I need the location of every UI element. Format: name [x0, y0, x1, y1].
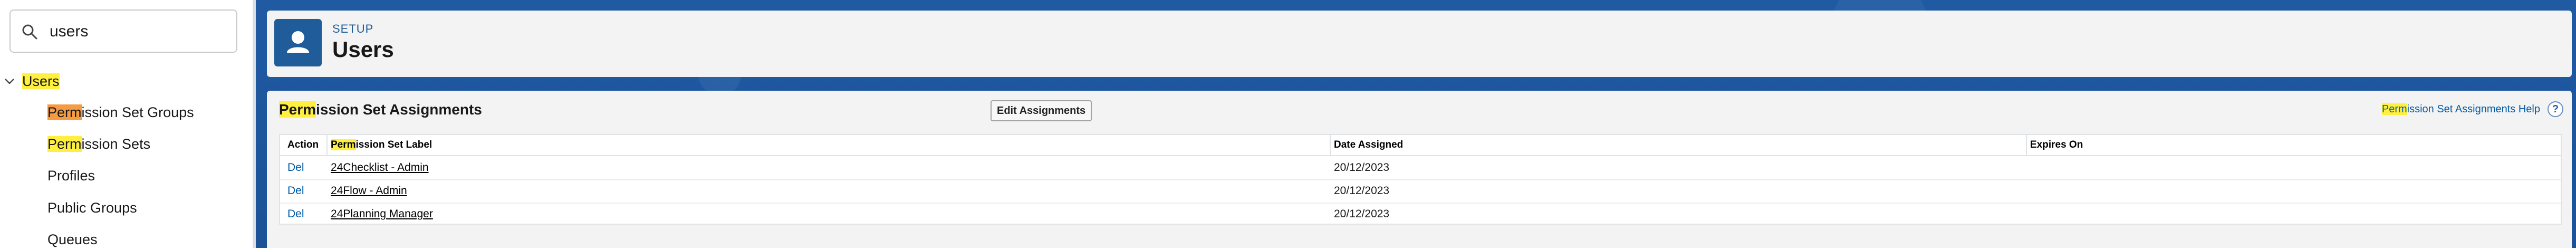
tree-node-users[interactable]: Users	[22, 71, 60, 92]
table-row: Del 24Planning Manager 20/12/2023	[280, 203, 2561, 226]
page-title: Users	[332, 37, 394, 62]
column-divider	[326, 135, 328, 155]
delete-link[interactable]: Del	[287, 185, 304, 197]
main-content: SETUP Users Permission Set Assignments E…	[256, 0, 2576, 248]
help-link[interactable]: Permission Set Assignments Help	[2381, 103, 2540, 116]
table-row: Del 24Flow - Admin 20/12/2023	[280, 179, 2561, 203]
tree-item-permission-sets[interactable]: Permission Sets	[47, 133, 150, 155]
delete-link[interactable]: Del	[287, 161, 304, 174]
tree-item-public-groups[interactable]: Public Groups	[47, 197, 137, 218]
edit-assignments-button[interactable]: Edit Assignments	[991, 100, 1092, 121]
help-icon[interactable]: ?	[2548, 101, 2563, 117]
chevron-down-icon[interactable]	[3, 75, 16, 88]
assignments-table: Action Permission Set Label Date Assigne…	[279, 134, 2562, 225]
tree-item-queues[interactable]: Queues	[47, 229, 98, 250]
section-title: Permission Set Assignments	[279, 101, 482, 118]
permission-set-assignments-section: Permission Set Assignments Edit Assignme…	[267, 91, 2572, 248]
quick-find-input[interactable]: users	[9, 9, 237, 53]
setup-sidebar: users Users Permission Set Groups Permis…	[0, 0, 256, 248]
table-row: Del 24Checklist - Admin 20/12/2023	[280, 156, 2561, 179]
date-assigned: 20/12/2023	[1334, 185, 1390, 197]
search-match-highlight: Perm	[2381, 103, 2407, 115]
column-header-expires: Expires On	[2030, 139, 2083, 150]
column-divider	[2026, 135, 2027, 155]
column-divider	[1330, 135, 1331, 155]
permission-set-link[interactable]: 24Checklist - Admin	[331, 161, 429, 174]
page-eyebrow: SETUP	[332, 22, 374, 35]
permission-set-link[interactable]: 24Planning Manager	[331, 208, 433, 220]
search-match-highlight: Perm	[47, 104, 82, 120]
search-match-highlight: Users	[22, 73, 60, 89]
page-header: SETUP Users	[267, 11, 2572, 77]
column-header-action: Action	[287, 139, 319, 150]
delete-link[interactable]: Del	[287, 208, 304, 220]
column-header-date: Date Assigned	[1334, 139, 1404, 150]
search-match-highlight: Perm	[47, 136, 82, 152]
user-icon	[274, 19, 322, 66]
tree-item-permission-set-groups[interactable]: Permission Set Groups	[47, 102, 194, 123]
date-assigned: 20/12/2023	[1334, 208, 1390, 220]
tree-item-profiles[interactable]: Profiles	[47, 165, 95, 186]
search-icon	[22, 24, 37, 40]
permission-set-link[interactable]: 24Flow - Admin	[331, 185, 407, 197]
column-header-label: Permission Set Label	[331, 139, 432, 150]
search-match-highlight: Perm	[331, 139, 356, 150]
date-assigned: 20/12/2023	[1334, 161, 1390, 174]
quick-find-value: users	[50, 23, 89, 40]
search-match-highlight: Perm	[279, 101, 316, 118]
